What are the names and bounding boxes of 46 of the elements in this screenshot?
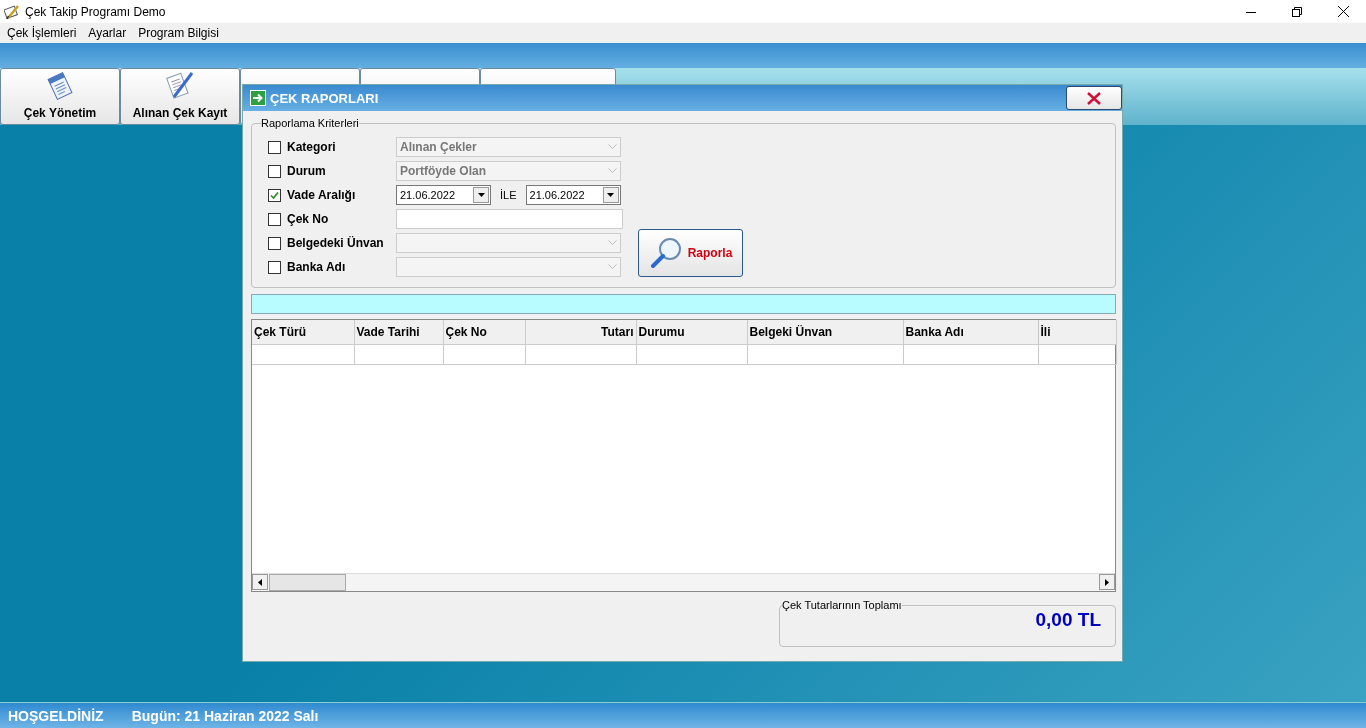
checkbox-label: Belgedeki Ünvan [287,236,384,250]
group-legend: Raporlama Kriterleri [261,117,359,129]
input-field[interactable] [396,209,623,229]
restore-icon [1292,6,1302,17]
range-separator: İLE [500,189,517,201]
checkbox-label: Kategori [287,140,336,154]
menu-item[interactable]: Program Bilgisi [132,26,225,40]
left-arrow-icon [258,578,262,586]
checkbox-label: Vade Aralığı [287,188,356,202]
column-header[interactable]: Çek Türü [252,320,354,345]
column-header[interactable]: Belgeki Ünvan [747,320,903,345]
app-icon [4,3,20,20]
pen-paper-icon [164,69,196,101]
column-header[interactable]: Tutarı [525,320,636,345]
column-header[interactable]: Çek No [443,320,525,345]
checkbox[interactable] [268,188,281,202]
column-header[interactable]: Vade Tarihi [354,320,443,345]
checkbox-label: Çek No [287,212,329,226]
menu-item[interactable]: Ayarlar [82,26,133,40]
checkbox[interactable] [268,212,281,226]
close-icon [1337,6,1349,17]
date-picker[interactable]: 21.06.2022 [396,185,491,205]
dropdown-arrow-icon [477,193,485,197]
checkbox-label: Banka Adı [287,260,346,274]
total-amount: 0,00 TL [1035,609,1101,631]
dialog-title: ÇEK RAPORLARI [270,90,379,106]
date-picker[interactable]: 21.06.2022 [525,185,621,205]
menu-item[interactable]: Çek İşlemleri [1,26,83,40]
arrow-icon [250,90,266,106]
checkbox-label: Durum [287,164,326,178]
column-header[interactable]: Durumu [636,320,747,345]
column-header[interactable]: Banka Adı [903,320,1038,345]
group-legend: Çek Tutarlarının Toplamı [782,599,902,611]
status-text: Bugün: 21 Haziran 2022 Salı [131,707,319,724]
horizontal-scrollbar[interactable] [252,573,1115,591]
toolbar-button[interactable]: Çek Yönetim [0,68,120,125]
status-text: HOŞGELDİNİZ [8,707,104,724]
close-icon [1087,91,1101,105]
window-title: Çek Takip Programı Demo [25,4,166,19]
close-button[interactable] [1066,86,1122,110]
toolbar-button[interactable]: Alınan Çek Kayıt [120,68,240,125]
scrollbar-thumb[interactable] [269,574,346,591]
right-arrow-icon [1105,578,1109,586]
column-header[interactable]: İli [1038,320,1116,345]
dropdown-arrow-icon [607,193,614,197]
report-button[interactable]: Raporla [638,228,743,277]
